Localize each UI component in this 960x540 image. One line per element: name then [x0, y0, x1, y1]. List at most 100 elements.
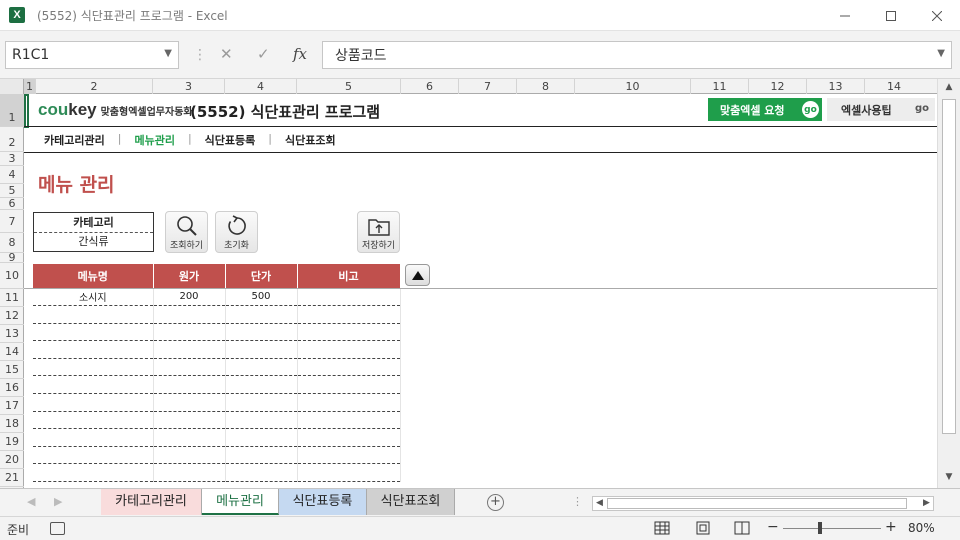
select-all-corner[interactable] — [0, 79, 24, 94]
row-header-cell[interactable]: 10 — [0, 263, 24, 289]
scroll-right-arrow-icon[interactable]: ▶ — [920, 497, 933, 510]
row-header-cell[interactable]: 17 — [0, 397, 24, 415]
column-header-cell[interactable]: 12 — [749, 79, 807, 94]
add-sheet-icon[interactable]: + — [487, 494, 504, 511]
zoom-slider-thumb[interactable] — [818, 522, 822, 534]
active-cell-r1c1[interactable] — [24, 94, 29, 128]
table-cell[interactable] — [297, 446, 401, 465]
table-cell[interactable] — [297, 323, 401, 342]
row-header-cell[interactable]: 18 — [0, 415, 24, 433]
table-cell[interactable] — [225, 340, 298, 359]
row-header-cell[interactable]: 14 — [0, 343, 24, 361]
sheet-tab-category[interactable]: 카테고리관리 — [101, 489, 202, 515]
table-cell[interactable] — [297, 393, 401, 412]
table-cell[interactable] — [33, 358, 154, 377]
table-cell[interactable]: 소시지 — [33, 288, 154, 307]
table-cell[interactable] — [225, 305, 298, 324]
column-header-cell[interactable]: 8 — [517, 79, 575, 94]
table-cell[interactable] — [297, 375, 401, 395]
horizontal-scroll-thumb[interactable] — [607, 498, 907, 509]
column-header-cell[interactable]: 3 — [153, 79, 225, 94]
table-cell[interactable] — [153, 428, 226, 447]
nav-item-menu[interactable]: 메뉴관리 — [134, 132, 174, 148]
row-header-cell[interactable]: 12 — [0, 307, 24, 325]
sheet-tab-meal-search[interactable]: 식단표조회 — [367, 489, 455, 515]
row-header-cell[interactable]: 16 — [0, 379, 24, 397]
table-cell[interactable] — [225, 358, 298, 377]
row-header-cell[interactable]: 6 — [0, 198, 24, 210]
table-cell[interactable] — [33, 463, 154, 483]
zoom-slider[interactable] — [783, 528, 881, 529]
table-cell[interactable] — [33, 428, 154, 447]
row-header-cell[interactable]: 19 — [0, 433, 24, 451]
table-cell[interactable] — [153, 411, 226, 430]
macro-record-icon[interactable] — [50, 522, 65, 535]
page-layout-view-icon[interactable] — [695, 521, 711, 535]
table-cell[interactable] — [297, 428, 401, 447]
table-cell[interactable] — [297, 288, 401, 307]
table-cell[interactable] — [33, 340, 154, 359]
column-header-cell[interactable]: 5 — [297, 79, 401, 94]
table-cell[interactable] — [153, 463, 226, 483]
column-header-cell[interactable]: 11 — [691, 79, 749, 94]
table-cell[interactable] — [297, 358, 401, 377]
reset-button[interactable]: 초기화 — [215, 211, 258, 253]
table-cell[interactable] — [297, 463, 401, 483]
formula-input[interactable]: 상품코드 ▼ — [322, 41, 952, 69]
zoom-in-icon[interactable]: + — [885, 519, 897, 535]
column-header-cell[interactable]: 13 — [807, 79, 865, 94]
table-cell[interactable] — [153, 305, 226, 324]
normal-view-icon[interactable] — [654, 521, 670, 535]
tab-scroll-right-icon[interactable]: ▶ — [54, 495, 62, 508]
horizontal-scrollbar[interactable]: ◀ ▶ — [592, 496, 934, 511]
table-cell[interactable]: 500 — [225, 288, 298, 307]
row-header-cell[interactable]: 3 — [0, 152, 24, 166]
enter-icon[interactable]: ✓ — [257, 45, 270, 63]
table-cell[interactable] — [225, 393, 298, 412]
row-header-cell[interactable]: 8 — [0, 233, 24, 253]
row-header-cell[interactable]: 20 — [0, 451, 24, 469]
column-header-cell[interactable]: 4 — [225, 79, 297, 94]
save-button[interactable]: 저장하기 — [357, 211, 400, 253]
expand-formula-icon[interactable]: ▼ — [937, 48, 945, 59]
table-cell[interactable] — [153, 340, 226, 359]
table-cell[interactable] — [297, 305, 401, 324]
scroll-up-arrow-icon[interactable]: ▲ — [942, 82, 956, 96]
column-header-cell[interactable]: 14 — [865, 79, 923, 94]
table-cell[interactable] — [225, 375, 298, 395]
column-header-cell[interactable]: 1 — [24, 79, 36, 94]
row-header-cell[interactable]: 9 — [0, 252, 24, 263]
row-header-cell[interactable]: 11 — [0, 289, 24, 307]
search-button[interactable]: 조회하기 — [165, 211, 208, 253]
sheet-tab-menu[interactable]: 메뉴관리 — [202, 489, 279, 515]
row-header-cell[interactable]: 1 — [0, 94, 24, 127]
name-box[interactable]: R1C1 ▼ — [5, 41, 179, 69]
table-cell[interactable] — [225, 323, 298, 342]
table-cell[interactable] — [33, 305, 154, 324]
column-header-cell[interactable]: 6 — [401, 79, 459, 94]
scroll-left-arrow-icon[interactable]: ◀ — [593, 497, 606, 510]
row-header-cell[interactable]: 4 — [0, 166, 24, 184]
sheet-tab-meal-register[interactable]: 식단표등록 — [279, 489, 367, 515]
table-cell[interactable] — [225, 446, 298, 465]
table-cell[interactable] — [153, 358, 226, 377]
scroll-down-arrow-icon[interactable]: ▼ — [942, 472, 956, 486]
scroll-up-button[interactable] — [405, 264, 430, 286]
table-cell[interactable] — [225, 411, 298, 430]
tab-scroll-left-icon[interactable]: ◀ — [27, 495, 35, 508]
row-header-cell[interactable]: 7 — [0, 210, 24, 233]
nav-item-meal-register[interactable]: 식단표등록 — [205, 132, 256, 148]
table-cell[interactable] — [225, 428, 298, 447]
page-break-view-icon[interactable] — [734, 521, 750, 535]
chevron-down-icon[interactable]: ▼ — [164, 48, 172, 59]
vertical-scrollbar[interactable]: ▲ ▼ — [937, 79, 960, 488]
custom-excel-request-button[interactable]: 맞춤엑셀 요청 go — [708, 98, 822, 121]
table-cell[interactable] — [33, 411, 154, 430]
row-header-cell[interactable]: 5 — [0, 184, 24, 198]
row-header-cell[interactable]: 2 — [0, 127, 24, 152]
table-cell[interactable] — [225, 463, 298, 483]
excel-tips-button[interactable]: 엑셀사용팁 go — [827, 98, 935, 121]
column-header-cell[interactable]: 7 — [459, 79, 517, 94]
nav-item-category[interactable]: 카테고리관리 — [44, 132, 105, 148]
zoom-out-icon[interactable]: − — [767, 519, 779, 535]
